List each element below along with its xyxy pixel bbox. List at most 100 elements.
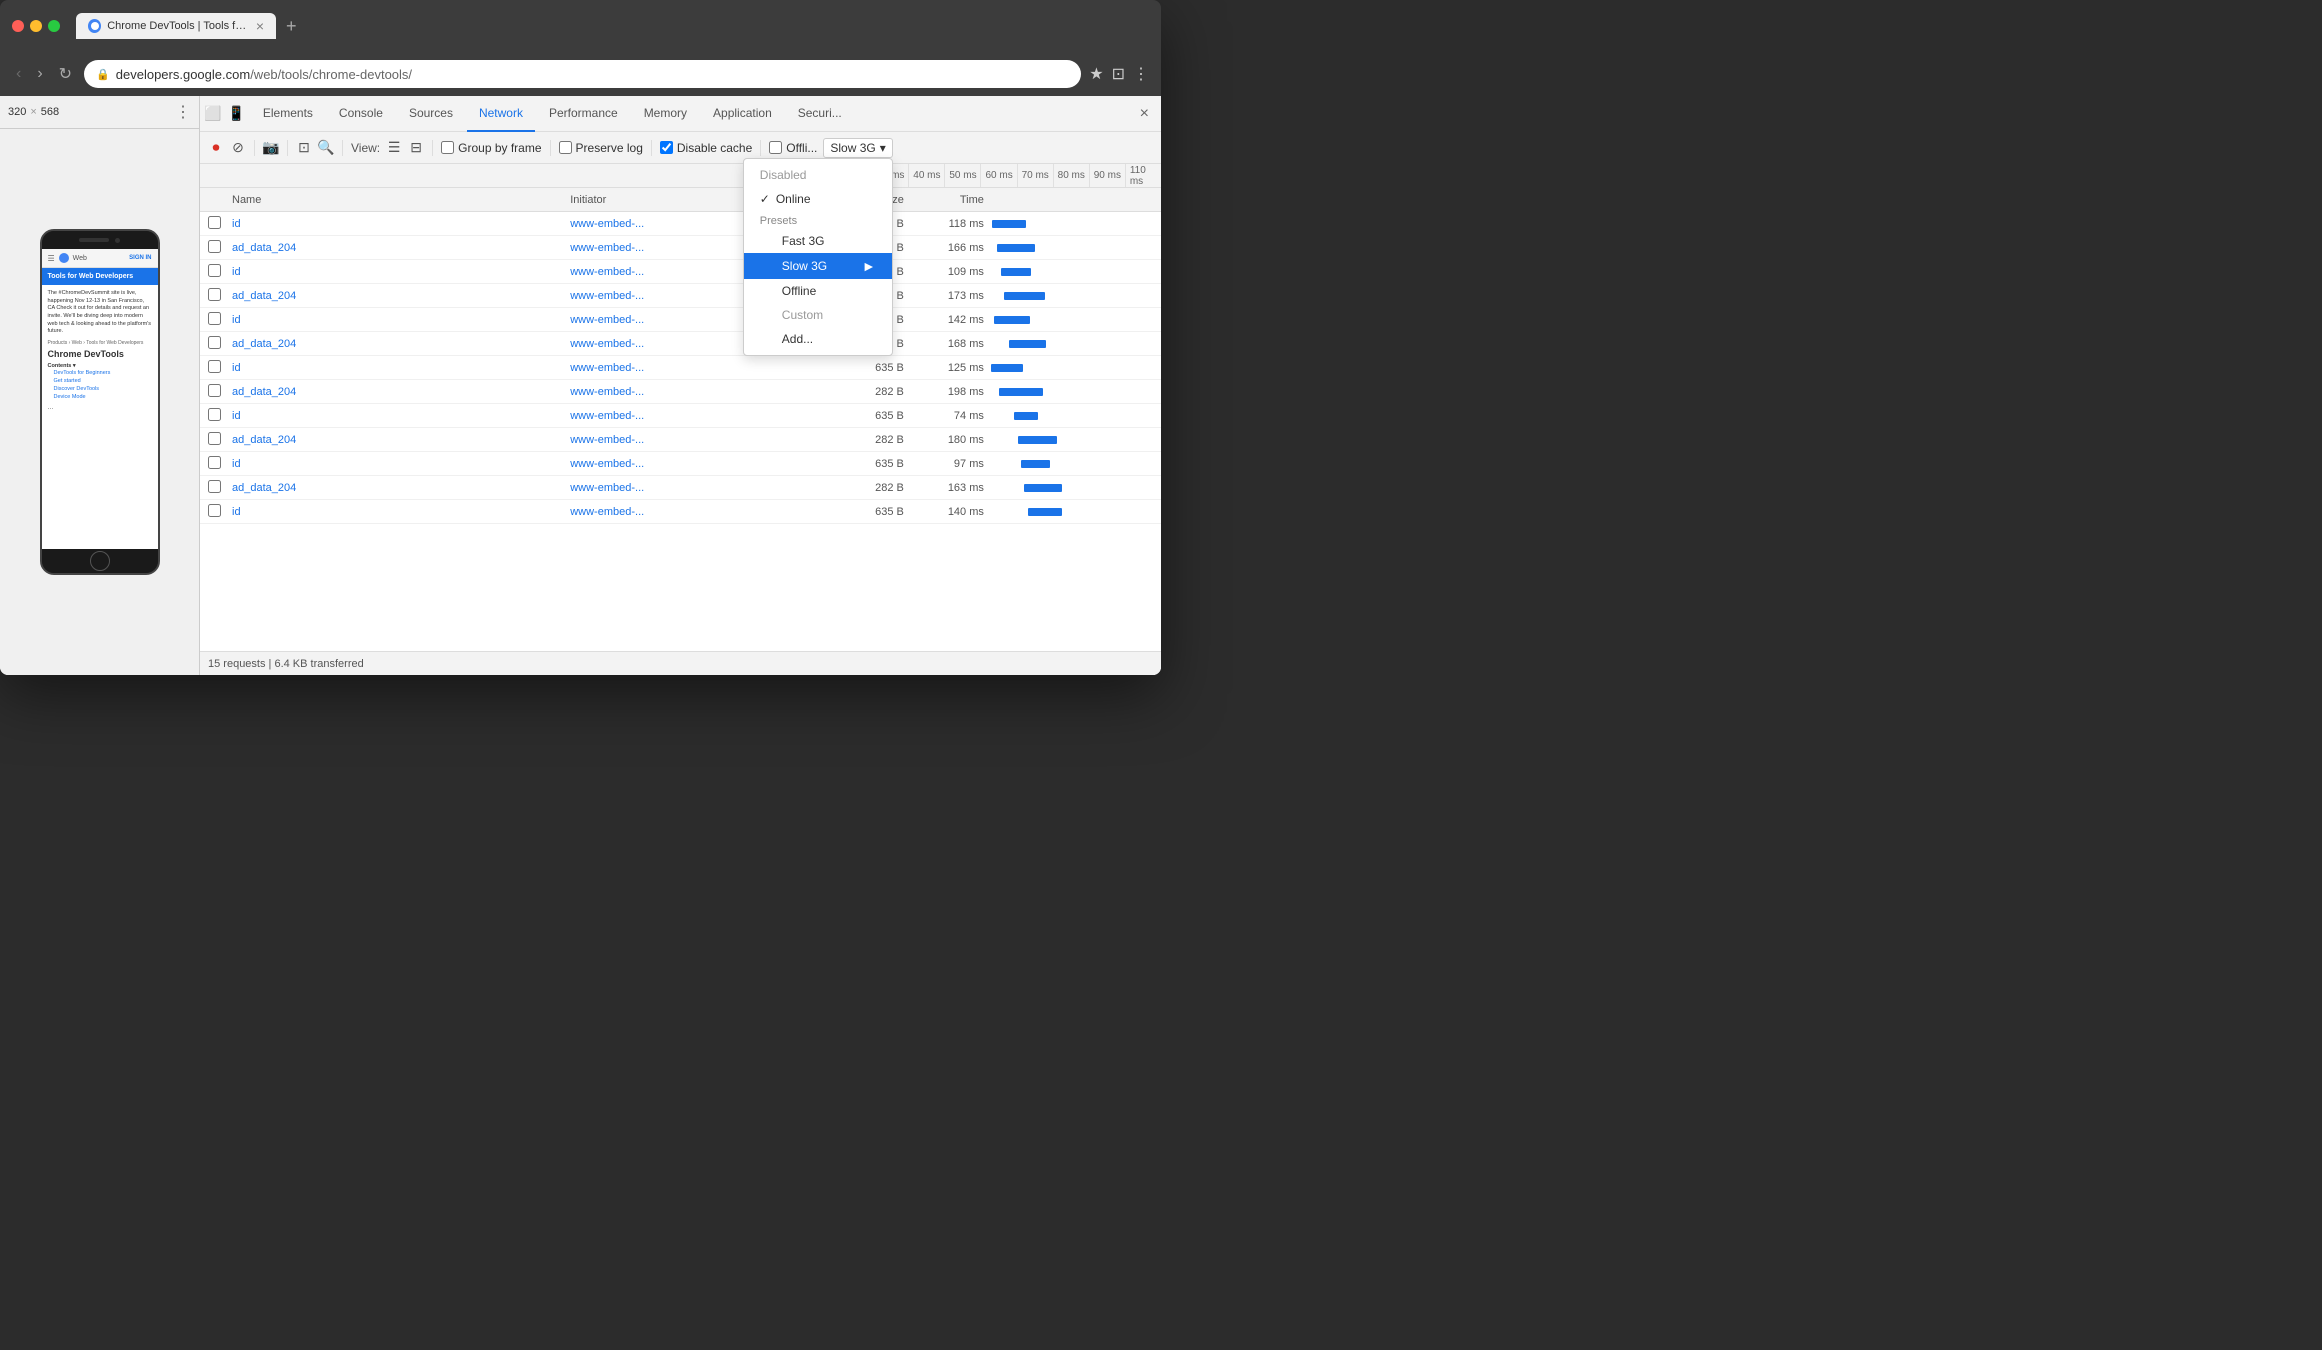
url-bar[interactable]: 🔒 developers.google.com/web/tools/chrome… [84,60,1081,88]
phone-content-item-3: Discover DevTools [48,385,152,393]
row-checkbox[interactable] [208,432,232,448]
table-row[interactable]: ad_data_204 www-embed-... 282 B 168 ms [200,332,1161,356]
toolbar-separator-1 [254,140,255,156]
offline-checkbox[interactable]: Offli... [769,141,817,155]
close-traffic-light[interactable] [12,20,24,32]
throttle-option-slow3g[interactable]: Slow 3G ► [744,253,892,279]
tab-application[interactable]: Application [701,96,784,132]
tab-console[interactable]: Console [327,96,395,132]
table-row[interactable]: id www-embed-... 635 B 140 ms [200,500,1161,524]
throttle-dropdown[interactable]: Slow 3G ▾ Disabled ✓ Online Preset [823,138,892,158]
row-size: 635 B [824,410,904,422]
tab-close-button[interactable]: × [256,19,264,33]
throttle-option-offline[interactable]: Offline [744,279,892,303]
throttle-option-online[interactable]: ✓ Online [744,187,892,211]
tab-performance[interactable]: Performance [537,96,630,132]
row-checkbox[interactable] [208,216,232,232]
offline-input[interactable] [769,141,782,154]
phone-device: ☰ Web SIGN IN Tools for Web Developers T… [40,229,160,575]
minimize-traffic-light[interactable] [30,20,42,32]
row-initiator: www-embed-... [570,362,824,374]
select-element-icon[interactable]: ⬜ [204,105,221,122]
throttle-option-add[interactable]: Add... [744,327,892,351]
search-button[interactable]: 🔍 [318,140,334,156]
row-time: 173 ms [904,290,984,302]
device-mode-icon[interactable]: 📱 [227,105,244,122]
row-waterfall [984,284,1153,307]
throttle-option-disabled-label: Disabled [760,168,807,182]
network-table[interactable]: Name Initiator Size Time id www-embed-..… [200,188,1161,651]
row-checkbox[interactable] [208,360,232,376]
row-checkbox[interactable] [208,240,232,256]
group-by-frame-input[interactable] [441,141,454,154]
row-checkbox[interactable] [208,336,232,352]
filter-button[interactable]: ⊡ [296,140,312,156]
row-checkbox[interactable] [208,456,232,472]
cast-button[interactable]: ⊡ [1112,64,1125,84]
reload-button[interactable]: ↻ [55,60,76,88]
row-checkbox[interactable] [208,408,232,424]
throttle-option-slow3g-label: Slow 3G [782,259,827,273]
table-row[interactable]: id www-embed-... 635 B 118 ms [200,212,1161,236]
disable-cache-checkbox[interactable]: Disable cache [660,141,752,155]
forward-button[interactable]: › [33,61,46,87]
row-checkbox[interactable] [208,384,232,400]
row-checkbox[interactable] [208,288,232,304]
row-name: id [232,506,570,518]
new-tab-button[interactable]: + [280,14,303,39]
mobile-preview-panel: 320 × 568 ⋮ ☰ Web [0,96,200,675]
table-row[interactable]: ad_data_204 www-embed-... 282 B 173 ms [200,284,1161,308]
table-row[interactable]: id www-embed-... 635 B 109 ms [200,260,1161,284]
tab-sources[interactable]: Sources [397,96,465,132]
table-row[interactable]: id www-embed-... 635 B 125 ms [200,356,1161,380]
tab-security[interactable]: Securi... [786,96,854,132]
row-initiator: www-embed-... [570,482,824,494]
device-more-button[interactable]: ⋮ [175,102,191,122]
back-button[interactable]: ‹ [12,61,25,87]
tab-elements[interactable]: Elements [251,96,325,132]
row-checkbox[interactable] [208,312,232,328]
menu-button[interactable]: ⋮ [1133,64,1149,84]
stop-button[interactable]: ⊘ [230,140,246,156]
tab-network[interactable]: Network [467,96,535,132]
table-row[interactable]: ad_data_204 www-embed-... 282 B 198 ms [200,380,1161,404]
table-row[interactable]: id www-embed-... 635 B 142 ms [200,308,1161,332]
throttle-option-fast3g[interactable]: Fast 3G [744,229,892,253]
throttle-option-disabled[interactable]: Disabled [744,163,892,187]
online-checkmark: ✓ [760,192,770,206]
list-view-button[interactable]: ☰ [386,140,402,156]
group-by-frame-checkbox[interactable]: Group by frame [441,141,541,155]
row-checkbox[interactable] [208,504,232,520]
record-button[interactable]: ⏺ [208,140,224,156]
disable-cache-input[interactable] [660,141,673,154]
large-rows-button[interactable]: ⊟ [408,140,424,156]
timeline-mark-80: 80 ms [1053,164,1089,187]
bookmark-button[interactable]: ★ [1089,64,1103,84]
maximize-traffic-light[interactable] [48,20,60,32]
table-row[interactable]: id www-embed-... 635 B 74 ms [200,404,1161,428]
table-row[interactable]: ad_data_204 www-embed-... 282 B 166 ms [200,236,1161,260]
device-dimensions: 320 × 568 [8,106,59,118]
tab-memory[interactable]: Memory [632,96,699,132]
browser-tab-active[interactable]: Chrome DevTools | Tools for W × [76,13,276,39]
table-row[interactable]: id www-embed-... 635 B 97 ms [200,452,1161,476]
camera-button[interactable]: 📷 [263,140,279,156]
devtools-close-button[interactable]: × [1132,101,1157,127]
cursor-icon: ► [862,258,876,274]
toolbar-separator-7 [760,140,761,156]
phone-signin-button[interactable]: SIGN IN [129,255,151,261]
phone-hero-text: Tools for Web Developers [48,273,134,280]
preserve-log-checkbox[interactable]: Preserve log [559,141,643,155]
preserve-log-input[interactable] [559,141,572,154]
phone-hamburger-icon: ☰ [48,254,55,263]
throttle-option-custom[interactable]: Custom [744,303,892,327]
row-checkbox[interactable] [208,480,232,496]
row-waterfall [984,356,1153,379]
browser-window: Chrome DevTools | Tools for W × + ‹ › ↻ … [0,0,1161,675]
table-row[interactable]: ad_data_204 www-embed-... 282 B 163 ms [200,476,1161,500]
row-checkbox[interactable] [208,264,232,280]
phone-logo-icon [59,253,69,263]
throttle-button[interactable]: Slow 3G ▾ [823,138,892,158]
phone-home-button[interactable] [90,551,110,571]
table-row[interactable]: ad_data_204 www-embed-... 282 B 180 ms [200,428,1161,452]
